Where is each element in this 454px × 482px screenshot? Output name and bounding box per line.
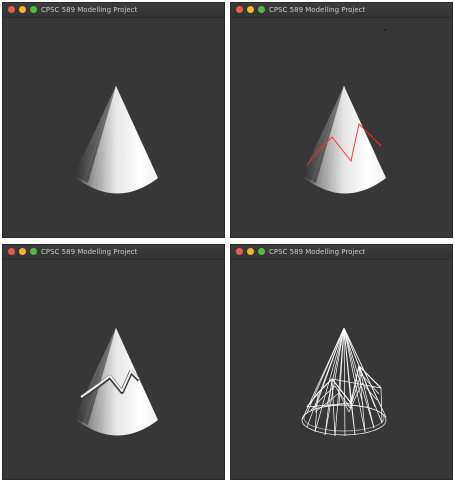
maximize-button[interactable] [30, 6, 37, 13]
titlebar: CPSC 589 Modelling Project [3, 3, 224, 18]
close-button[interactable] [8, 6, 15, 13]
window-title: CPSC 589 Modelling Project [41, 248, 138, 256]
opengl-viewport[interactable] [231, 18, 452, 237]
titlebar: CPSC 589 Modelling Project [3, 245, 224, 260]
window-extruded-stroke: CPSC 589 Modelling Project [2, 244, 225, 480]
maximize-button[interactable] [258, 6, 265, 13]
window-sketch-curve: CPSC 589 Modelling Project [230, 2, 453, 238]
close-button[interactable] [8, 248, 15, 255]
window-title: CPSC 589 Modelling Project [269, 6, 366, 14]
titlebar: CPSC 589 Modelling Project [231, 3, 452, 18]
window-wireframe-cone: CPSC 589 Modelling Project [230, 244, 453, 480]
minimize-button[interactable] [247, 248, 254, 255]
cursor-dot [384, 29, 386, 31]
window-title: CPSC 589 Modelling Project [269, 248, 366, 256]
minimize-button[interactable] [247, 6, 254, 13]
minimize-button[interactable] [19, 248, 26, 255]
opengl-viewport[interactable] [231, 260, 452, 479]
close-button[interactable] [236, 248, 243, 255]
wireframe-mesh [301, 327, 387, 437]
titlebar: CPSC 589 Modelling Project [231, 245, 452, 260]
maximize-button[interactable] [258, 248, 265, 255]
minimize-button[interactable] [19, 6, 26, 13]
maximize-button[interactable] [30, 248, 37, 255]
cone-mesh [302, 85, 386, 194]
opengl-viewport[interactable] [3, 18, 224, 237]
opengl-viewport[interactable] [3, 260, 224, 479]
close-button[interactable] [236, 6, 243, 13]
window-title: CPSC 589 Modelling Project [41, 6, 138, 14]
cone-mesh [74, 85, 158, 194]
window-shaded-cone: CPSC 589 Modelling Project [2, 2, 225, 238]
